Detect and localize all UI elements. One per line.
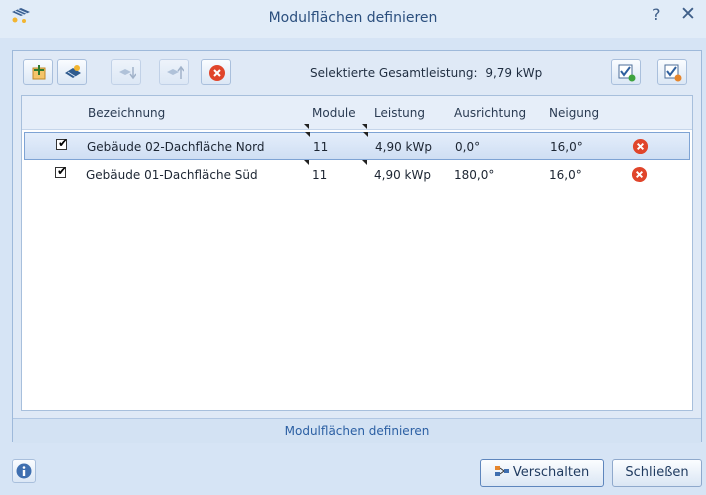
title-bar: Modulflächen definieren ? ✕ — [0, 0, 706, 38]
cell-marker-icon — [304, 160, 309, 165]
cell-leistung: 4,90 kWp — [374, 168, 431, 182]
row-checkbox[interactable]: ✔ — [55, 164, 68, 178]
move-down-icon — [119, 67, 136, 80]
table-header: Bezeichnung Module Leistung Ausrichtung … — [22, 96, 692, 130]
checkmark-icon: ✔ — [58, 136, 69, 150]
select-all-icon — [618, 64, 636, 82]
delete-icon — [209, 65, 225, 81]
cell-ausrichtung: 180,0° — [454, 168, 495, 182]
cell-bezeichnung: Gebäude 02-Dachfläche Nord — [87, 140, 265, 154]
move-down-button[interactable] — [111, 59, 141, 85]
cell-ausrichtung: 0,0° — [455, 140, 481, 154]
verschalten-label: Verschalten — [512, 465, 590, 480]
panel-footer: Modulflächen definieren — [13, 418, 701, 443]
cell-neigung: 16,0° — [549, 168, 582, 182]
cell-marker-icon — [362, 160, 367, 165]
module-areas-panel: Selektierte Gesamtleistung: 9,79 kWp Bez… — [12, 50, 702, 443]
window-title: Modulflächen definieren — [268, 10, 438, 26]
total-power-value: 9,79 kWp — [485, 66, 543, 80]
column-header-module[interactable]: Module — [312, 106, 356, 120]
delete-row-icon[interactable] — [631, 166, 648, 183]
column-header-leistung[interactable]: Leistung — [374, 106, 425, 120]
cell-module: 11 — [313, 140, 329, 154]
schliessen-button[interactable]: Schließen — [612, 459, 702, 487]
solar-generator-button[interactable] — [57, 59, 87, 85]
total-power-caption: Selektierte Gesamtleistung: — [310, 66, 478, 80]
move-up-icon — [167, 65, 184, 79]
close-window-button[interactable]: ✕ — [680, 3, 696, 25]
column-header-neigung[interactable]: Neigung — [549, 106, 599, 120]
add-area-button[interactable] — [23, 59, 53, 85]
deselect-all-button[interactable] — [657, 59, 687, 85]
solar-panel-icon — [65, 65, 81, 78]
cell-marker-icon — [305, 132, 310, 137]
column-marker-icon — [304, 124, 309, 129]
wiring-icon — [494, 466, 509, 476]
total-power-label: Selektierte Gesamtleistung: 9,79 kWp — [310, 66, 542, 80]
help-button[interactable]: ? — [652, 5, 661, 24]
cell-marker-icon — [363, 132, 368, 137]
checkmark-icon: ✔ — [57, 164, 68, 178]
add-area-icon — [32, 65, 46, 80]
column-header-bezeichnung[interactable]: Bezeichnung — [88, 106, 165, 120]
cell-neigung: 16,0° — [550, 140, 583, 154]
info-icon — [16, 463, 32, 479]
dialog-window: Modulflächen definieren ? ✕ Selektierte … — [0, 0, 706, 495]
cell-module: 11 — [312, 168, 328, 182]
column-header-ausrichtung[interactable]: Ausrichtung — [454, 106, 526, 120]
schliessen-label: Schließen — [625, 465, 689, 480]
table-row[interactable]: ✔ Gebäude 02-Dachfläche Nord 11 4,90 kWp… — [24, 132, 690, 160]
deselect-all-icon — [664, 64, 682, 82]
module-areas-table: Bezeichnung Module Leistung Ausrichtung … — [21, 95, 693, 411]
row-checkbox[interactable]: ✔ — [56, 136, 69, 150]
move-up-button[interactable] — [159, 59, 189, 85]
panel-footer-label: Modulflächen definieren — [284, 424, 430, 438]
delete-area-button[interactable] — [201, 59, 231, 85]
delete-row-icon[interactable] — [632, 138, 649, 155]
cell-leistung: 4,90 kWp — [375, 140, 432, 154]
info-button[interactable] — [12, 459, 36, 483]
cell-bezeichnung: Gebäude 01-Dachfläche Süd — [86, 168, 258, 182]
table-row[interactable]: ✔ Gebäude 01-Dachfläche Süd 11 4,90 kWp … — [24, 160, 690, 189]
column-marker-icon — [362, 124, 367, 129]
verschalten-button[interactable]: Verschalten — [480, 459, 604, 487]
select-all-button[interactable] — [611, 59, 641, 85]
